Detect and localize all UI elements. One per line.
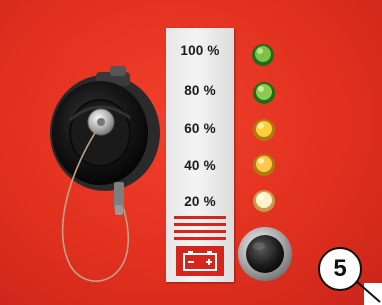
- stripe-2: [174, 223, 226, 226]
- level-label-80: 80 %: [184, 83, 216, 98]
- battery-icon: [183, 251, 217, 271]
- charge-level-plate: 100 % 80 % 60 % 40 % 20 %: [166, 28, 234, 282]
- stripe-4: [174, 237, 226, 240]
- level-label-40: 40 %: [184, 158, 216, 173]
- cap-bolt: [87, 108, 115, 136]
- photo-frame: 100 % 80 % 60 % 40 % 20 % 5: [0, 0, 382, 305]
- level-label-100: 100 %: [180, 43, 220, 58]
- callout-number: 5: [333, 255, 347, 282]
- level-label-60: 60 %: [184, 121, 216, 136]
- level-label-20: 20 %: [184, 194, 216, 209]
- led-indicators: [252, 44, 275, 212]
- battery-icon-box: [176, 246, 224, 276]
- stripe-3: [174, 230, 226, 233]
- test-push-button[interactable]: [238, 227, 292, 281]
- stripe-1: [174, 216, 226, 219]
